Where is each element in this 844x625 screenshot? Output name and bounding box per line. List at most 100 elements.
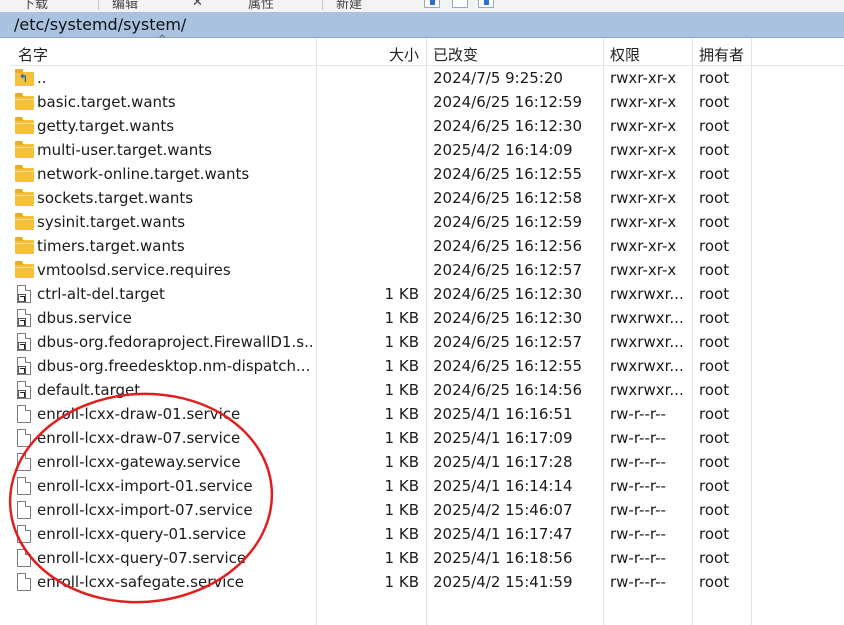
file-permissions: rwxrwxr...: [610, 285, 684, 303]
file-name: dbus.service: [37, 309, 132, 327]
file-name: network-online.target.wants: [37, 165, 250, 183]
delete-icon: ✕: [192, 0, 203, 10]
file-owner: root: [699, 477, 730, 495]
file-permissions: rwxr-xr-x: [610, 261, 677, 279]
file-name: enroll-lcxx-gateway.service: [37, 453, 241, 471]
file-name: default.target: [37, 381, 141, 399]
new-folder-icon[interactable]: [452, 0, 468, 8]
column-header-row: 名字 ^ 大小 已改变 权限 拥有者: [10, 34, 844, 66]
table-row[interactable]: default.target 1 KB 2024/6/25 16:14:56 rwxr…: [10, 378, 844, 402]
table-row[interactable]: multi-user.target.wants 2025/4/2 16:14:09…: [10, 138, 844, 162]
folder-icon: [15, 189, 34, 206]
file-permissions: rwxr-xr-x: [610, 165, 677, 183]
table-row[interactable]: sysinit.target.wants 2024/6/25 16:12:59 rw…: [10, 210, 844, 234]
file-name: enroll-lcxx-safegate.service: [37, 573, 244, 591]
file-name: enroll-lcxx-draw-01.service: [37, 405, 241, 423]
table-row[interactable]: ctrl-alt-del.target 1 KB 2024/6/25 16:12:3…: [10, 282, 844, 306]
up-arrow-icon: ↰: [19, 72, 29, 85]
column-header-size[interactable]: 大小: [389, 44, 419, 65]
file-owner: root: [699, 237, 730, 255]
table-row[interactable]: dbus.service 1 KB 2024/6/25 16:12:30 rwxrwx…: [10, 306, 844, 330]
file-modified: 2025/4/2 15:46:07: [433, 501, 573, 519]
table-row[interactable]: enroll-lcxx-draw-01.service 1 KB 2025/4/1 …: [10, 402, 844, 426]
table-row[interactable]: basic.target.wants 2024/6/25 16:12:59 rwxr…: [10, 90, 844, 114]
shortcut-arrow-icon: [18, 342, 26, 350]
file-name: sockets.target.wants: [37, 189, 194, 207]
table-row[interactable]: timers.target.wants 2024/6/25 16:12:56 rwx…: [10, 234, 844, 258]
file-permissions: rw-r--r--: [610, 477, 666, 495]
file-owner: root: [699, 405, 730, 423]
file-icon: [17, 549, 31, 567]
folder-icon: [15, 141, 34, 158]
column-header-name[interactable]: 名字: [18, 44, 48, 65]
path-bar[interactable]: /etc/systemd/system/: [0, 12, 844, 38]
column-header-permissions[interactable]: 权限: [610, 44, 640, 65]
file-modified: 2025/4/1 16:18:56: [433, 549, 573, 567]
file-permissions: rwxrwxr...: [610, 357, 684, 375]
file-modified: 2024/7/5 9:25:20: [433, 69, 563, 87]
file-size: 1 KB: [384, 573, 419, 591]
table-row[interactable]: enroll-lcxx-import-07.service 1 KB 2025/4/…: [10, 498, 844, 522]
table-row[interactable]: vmtoolsd.service.requires 2024/6/25 16:12…: [10, 258, 844, 282]
new-button[interactable]: 新建: [336, 0, 363, 12]
file-permissions: rw-r--r--: [610, 429, 666, 447]
folder-icon: [15, 261, 34, 278]
table-row[interactable]: enroll-lcxx-safegate.service 1 KB 2025/4/2…: [10, 570, 844, 594]
file-name: ctrl-alt-del.target: [37, 285, 165, 303]
symlink-file-icon: [17, 309, 31, 327]
shortcut-arrow-icon: [18, 318, 26, 326]
delete-button[interactable]: ✕: [192, 0, 203, 10]
table-row[interactable]: network-online.target.wants 2024/6/25 16:…: [10, 162, 844, 186]
table-row[interactable]: getty.target.wants 2024/6/25 16:12:30 rwxr…: [10, 114, 844, 138]
column-header-owner[interactable]: 拥有者: [699, 44, 744, 65]
table-row[interactable]: ↰.. 2024/7/5 9:25:20 rwxr-xr-x root: [10, 66, 844, 90]
file-icon: [17, 405, 31, 423]
table-row[interactable]: enroll-lcxx-query-07.service 1 KB 2025/4/1…: [10, 546, 844, 570]
file-icon: [17, 429, 31, 447]
sort-ascending-icon: ^: [158, 34, 167, 45]
download-button[interactable]: 下载: [22, 0, 48, 12]
table-row[interactable]: dbus-org.freedesktop.nm-dispatch... 1 KB 2…: [10, 354, 844, 378]
parent-folder-icon: ↰: [15, 69, 34, 86]
file-name: ..: [37, 69, 47, 87]
file-name: getty.target.wants: [37, 117, 175, 135]
column-header-modified[interactable]: 已改变: [433, 44, 478, 65]
symlink-file-icon: [17, 381, 31, 399]
edit-button[interactable]: 编辑: [112, 0, 138, 12]
file-list[interactable]: 名字 ^ 大小 已改变 权限 拥有者 ↰.. 2024/7/5 9:25:20 rw…: [10, 34, 844, 625]
file-name: basic.target.wants: [37, 93, 176, 111]
table-row[interactable]: enroll-lcxx-gateway.service 1 KB 2025/4/1 …: [10, 450, 844, 474]
table-row[interactable]: sockets.target.wants 2024/6/25 16:12:58 rw…: [10, 186, 844, 210]
file-owner: root: [699, 549, 730, 567]
file-modified: 2024/6/25 16:12:30: [433, 309, 583, 327]
file-permissions: rw-r--r--: [610, 453, 666, 471]
table-row[interactable]: dbus-org.fedoraproject.FirewallD1.s... 1 …: [10, 330, 844, 354]
file-permissions: rwxrwxr...: [610, 309, 684, 327]
table-row[interactable]: enroll-lcxx-query-01.service 1 KB 2025/4/1…: [10, 522, 844, 546]
properties-button[interactable]: 属性: [248, 0, 274, 12]
symlink-file-icon: [17, 285, 31, 303]
folder-icon: [15, 93, 34, 110]
file-permissions: rwxr-xr-x: [610, 213, 677, 231]
file-owner: root: [699, 285, 730, 303]
new-label: 新建: [336, 0, 363, 12]
filter-icon[interactable]: [478, 0, 494, 8]
new-file-icon[interactable]: [424, 0, 440, 8]
shortcut-arrow-icon: [18, 390, 26, 398]
file-name: multi-user.target.wants: [37, 141, 212, 159]
file-name: vmtoolsd.service.requires: [37, 261, 231, 279]
folder-icon: [15, 213, 34, 230]
file-owner: root: [699, 165, 730, 183]
folder-icon: [15, 117, 34, 134]
table-row[interactable]: enroll-lcxx-import-01.service 1 KB 2025/4/…: [10, 474, 844, 498]
file-modified: 2024/6/25 16:14:56: [433, 381, 583, 399]
file-modified: 2024/6/25 16:12:57: [433, 333, 583, 351]
file-size: 1 KB: [384, 309, 419, 327]
file-modified: 2025/4/2 16:14:09: [433, 141, 573, 159]
file-owner: root: [699, 525, 730, 543]
file-modified: 2024/6/25 16:12:59: [433, 213, 583, 231]
file-owner: root: [699, 213, 730, 231]
table-row[interactable]: enroll-lcxx-draw-07.service 1 KB 2025/4/1 …: [10, 426, 844, 450]
file-name: enroll-lcxx-import-01.service: [37, 477, 253, 495]
file-size: 1 KB: [384, 405, 419, 423]
